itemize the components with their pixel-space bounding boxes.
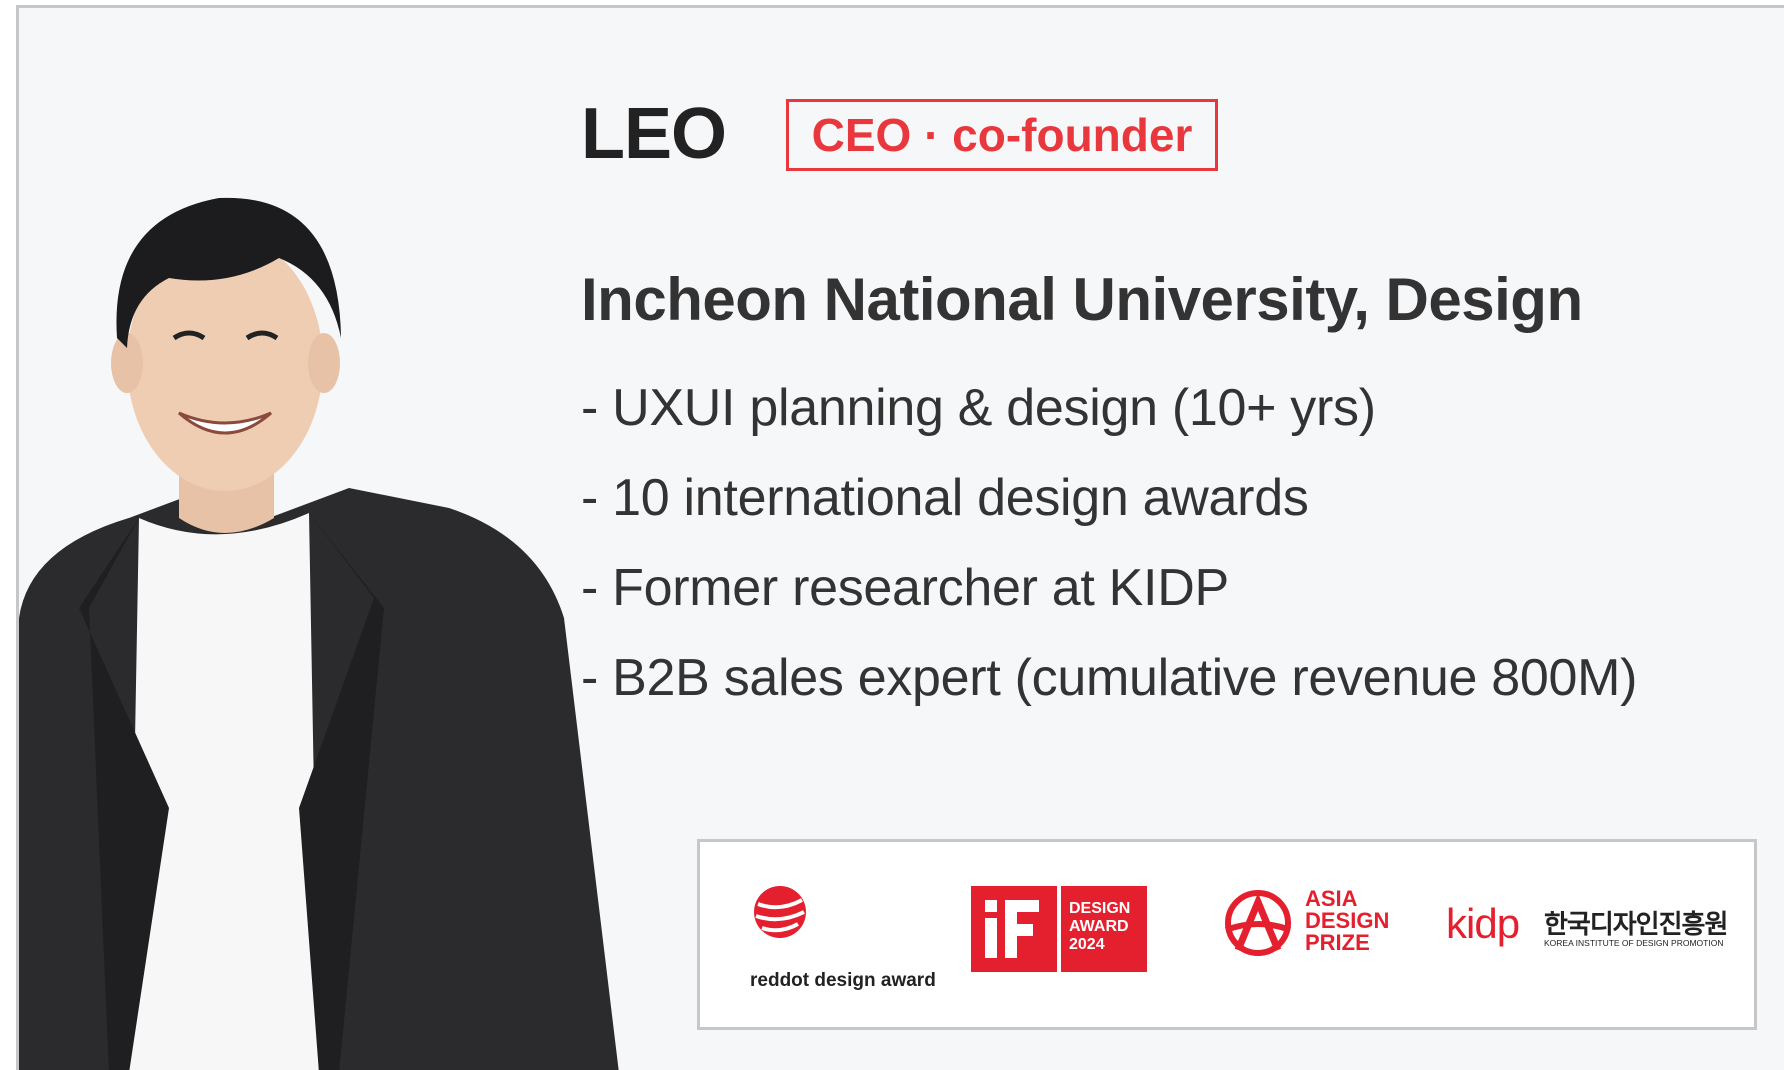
ceo-portrait	[19, 197, 619, 1070]
asia-design-prize-logo: ASIA DESIGN PRIZE	[1220, 884, 1410, 964]
reddot-icon	[754, 886, 806, 938]
reddot-label: reddot design award	[750, 970, 936, 991]
asia-design-prize-text: ASIA DESIGN PRIZE	[1305, 886, 1390, 955]
kidp-logo: kidp 한국디자인진흥원 KOREA INSTITUTE OF DESIGN …	[1446, 900, 1728, 962]
education: Incheon National University, Design	[581, 266, 1583, 333]
reddot-award-logo: reddot design award	[750, 882, 936, 1002]
role-badge: CEO · co-founder	[786, 99, 1218, 171]
highlight-item: - Former researcher at KIDP	[581, 559, 1229, 617]
awards-panel: reddot design award DESIGN AWARD 2024 AS…	[697, 839, 1757, 1030]
kidp-english-name: KOREA INSTITUTE OF DESIGN PROMOTION	[1544, 938, 1724, 948]
if-icon	[971, 886, 1057, 972]
highlights-list: - UXUI planning & design (10+ yrs) - 10 …	[581, 378, 1637, 738]
highlight-item: - UXUI planning & design (10+ yrs)	[581, 379, 1376, 437]
asia-design-prize-icon	[1224, 890, 1292, 956]
kidp-wordmark: kidp	[1446, 900, 1520, 947]
kidp-korean-name: 한국디자인진흥원	[1544, 909, 1728, 939]
person-name: LEO	[581, 94, 727, 174]
if-award-text: DESIGN AWARD 2024	[1061, 886, 1147, 972]
if-award-logo: DESIGN AWARD 2024	[971, 886, 1147, 972]
highlight-item: - B2B sales expert (cumulative revenue 8…	[581, 649, 1638, 707]
profile-card: LEO CEO · co-founder Incheon National Un…	[16, 5, 1784, 1070]
highlight-item: - 10 international design awards	[581, 469, 1309, 527]
